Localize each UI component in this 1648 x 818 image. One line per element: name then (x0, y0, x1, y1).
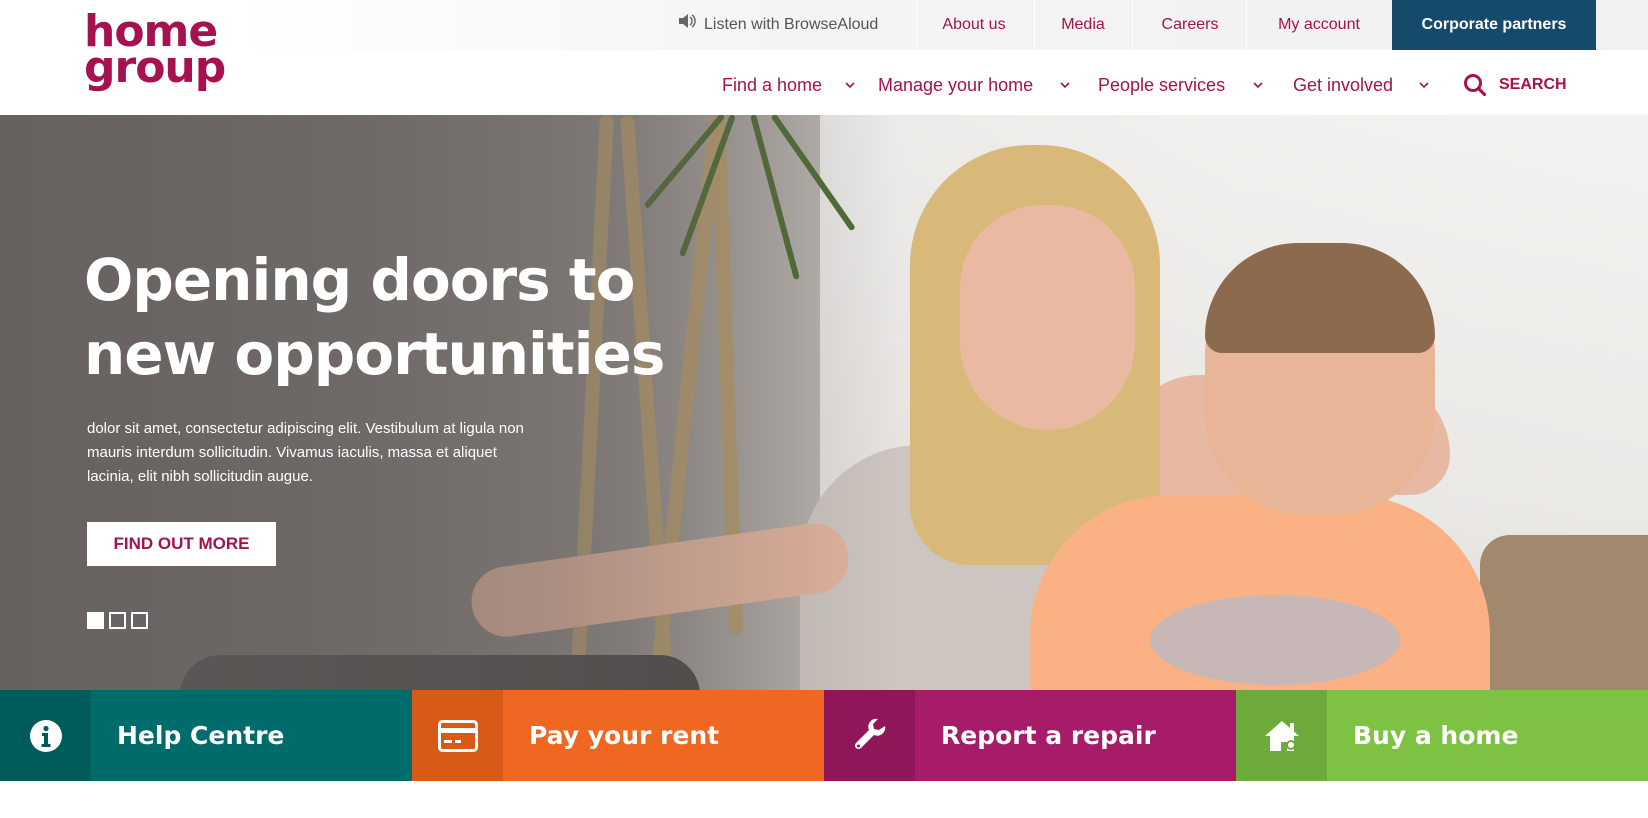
nav-manage-your-home[interactable]: Manage your home (878, 50, 1033, 115)
tile-label: Buy a home (1353, 721, 1519, 750)
chevron-down-icon[interactable] (845, 80, 855, 90)
tile-label: Help Centre (117, 721, 285, 750)
slide-indicators (87, 612, 148, 629)
pay-your-rent-tile[interactable]: Pay your rent (412, 690, 824, 781)
hero-description: dolor sit amet, consectetur adipiscing e… (87, 420, 524, 485)
browsealoud-label: Listen with BrowseAloud (704, 16, 879, 34)
main-navigation: Find a home Manage your home People serv… (0, 50, 1648, 115)
woman-face (960, 205, 1135, 430)
sofa (1480, 535, 1648, 690)
about-us-link[interactable]: About us (918, 0, 1030, 50)
tile-label: Pay your rent (529, 721, 720, 750)
find-out-more-button[interactable]: FIND OUT MORE (87, 522, 276, 566)
shirt-print (1150, 595, 1400, 685)
help-centre-tile[interactable]: Help Centre (0, 690, 412, 781)
media-link[interactable]: Media (1036, 0, 1130, 50)
hero-title-line-1: Opening doors to (84, 246, 635, 314)
nav-find-a-home[interactable]: Find a home (722, 50, 822, 115)
speaker-icon (678, 0, 696, 50)
chevron-down-icon[interactable] (1060, 80, 1070, 90)
wrench-icon (824, 690, 915, 781)
quick-links: Help Centre Pay your rent Report a repai… (0, 690, 1648, 781)
search-button[interactable]: SEARCH (1463, 72, 1567, 98)
chevron-down-icon[interactable] (1253, 80, 1263, 90)
my-account-link[interactable]: My account (1248, 0, 1390, 50)
slide-dot-3[interactable] (131, 612, 148, 629)
card-icon (412, 690, 503, 781)
divider (1132, 0, 1133, 50)
search-label: SEARCH (1499, 76, 1567, 93)
utility-bar: Listen with BrowseAloud About us Media C… (230, 0, 1648, 50)
divider (1246, 0, 1247, 50)
house-icon (1236, 690, 1327, 781)
corporate-partners-link[interactable]: Corporate partners (1392, 0, 1596, 50)
slide-dot-2[interactable] (109, 612, 126, 629)
hero-title-line-2: new opportunities (84, 320, 665, 388)
search-icon (1464, 74, 1487, 97)
hero-overlay (0, 115, 900, 690)
hero-title: Opening doors to new opportunities (84, 243, 784, 391)
divider (1034, 0, 1035, 50)
report-a-repair-tile[interactable]: Report a repair (824, 690, 1236, 781)
site-header: home group Listen with BrowseAloud About… (0, 0, 1648, 115)
divider (916, 0, 917, 50)
tile-label: Report a repair (941, 721, 1156, 750)
slide-dot-1[interactable] (87, 612, 104, 629)
info-icon (0, 690, 91, 781)
careers-link[interactable]: Careers (1134, 0, 1246, 50)
nav-people-services[interactable]: People services (1098, 50, 1225, 115)
browsealoud-link[interactable]: Listen with BrowseAloud (678, 0, 900, 50)
hero-banner: Opening doors to new opportunities dolor… (0, 115, 1648, 690)
buy-a-home-tile[interactable]: Buy a home (1236, 690, 1648, 781)
nav-get-involved[interactable]: Get involved (1293, 50, 1393, 115)
chevron-down-icon[interactable] (1419, 80, 1429, 90)
